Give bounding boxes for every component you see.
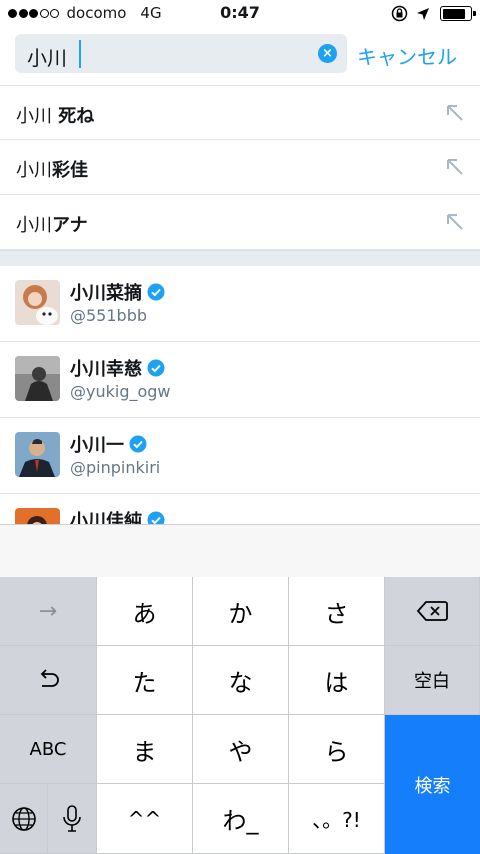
user-name: 小川菜摘 xyxy=(70,283,142,304)
kana-key-ka[interactable]: か xyxy=(193,577,289,646)
search-input[interactable]: 小川 × xyxy=(15,34,347,73)
search-query: 小川 xyxy=(27,46,67,70)
suggestion-item[interactable]: 小川 死ね xyxy=(0,85,480,140)
cancel-button[interactable]: キャンセル xyxy=(357,41,457,70)
suggestion-prefix: 小川 xyxy=(16,215,52,236)
globe-key[interactable] xyxy=(0,784,48,854)
backspace-key[interactable] xyxy=(385,577,480,646)
undo-icon xyxy=(40,669,59,687)
kana-key-ha[interactable]: は xyxy=(289,646,385,715)
text-cursor xyxy=(79,40,81,68)
battery-icon xyxy=(440,6,476,21)
user-row[interactable]: 小川菜摘 @551bbb xyxy=(0,266,480,342)
clear-search-icon[interactable]: × xyxy=(318,44,337,63)
avatar xyxy=(15,432,60,477)
user-name: 小川幸慈 xyxy=(70,359,142,380)
avatar xyxy=(15,356,60,401)
suggestion-item[interactable]: 小川アナ xyxy=(0,195,480,250)
user-handle: @yukig_ogw xyxy=(70,382,171,401)
status-bar: docomo 4G 0:47 xyxy=(0,0,480,26)
suggestion-item[interactable]: 小川彩佳 xyxy=(0,140,480,195)
verified-badge-icon xyxy=(147,511,165,524)
verified-badge-icon xyxy=(147,283,165,301)
undo-key[interactable] xyxy=(0,646,97,715)
fill-query-arrow-icon[interactable] xyxy=(444,211,466,233)
kana-key-wa[interactable]: わ_ xyxy=(193,784,289,854)
suggestion-suffix: アナ xyxy=(52,215,88,236)
punctuation-key[interactable]: 、。?! xyxy=(289,784,385,854)
suggestion-suffix: 彩佳 xyxy=(52,160,88,181)
orientation-lock-icon xyxy=(391,5,408,22)
user-results-list[interactable]: 小川菜摘 @551bbb 小川幸慈 @yukig_ogw 小川一 @pinpin… xyxy=(0,266,480,524)
kana-key-ya[interactable]: や xyxy=(193,715,289,784)
globe-icon xyxy=(11,806,36,831)
space-key[interactable]: 空白 xyxy=(385,646,480,715)
avatar xyxy=(15,508,60,524)
verified-badge-icon xyxy=(147,359,165,377)
microphone-icon xyxy=(63,804,81,832)
user-row[interactable]: 小川一 @pinpinkiri xyxy=(0,418,480,494)
user-handle: @551bbb xyxy=(70,306,148,325)
kana-key-sa[interactable]: さ xyxy=(289,577,385,646)
location-arrow-icon xyxy=(417,7,429,20)
user-row[interactable]: 小川佳純 xyxy=(0,494,480,524)
keyboard-accessory-bar xyxy=(0,524,480,577)
verified-badge-icon xyxy=(129,435,147,453)
kana-key-na[interactable]: な xyxy=(193,646,289,715)
kana-key-ma[interactable]: ま xyxy=(97,715,193,784)
backspace-icon xyxy=(416,601,448,621)
fill-query-arrow-icon[interactable] xyxy=(444,102,466,124)
next-candidate-key[interactable]: → xyxy=(0,577,97,646)
suggestion-prefix: 小川 xyxy=(16,160,52,181)
kana-key-ra[interactable]: ら xyxy=(289,715,385,784)
avatar xyxy=(15,280,60,325)
dictation-key[interactable] xyxy=(48,784,97,854)
suggestion-suffix: 死ね xyxy=(52,106,95,127)
fill-query-arrow-icon[interactable] xyxy=(444,156,466,178)
abc-mode-key[interactable]: ABC xyxy=(0,715,97,784)
japanese-kana-keyboard: → あ か さ た な は 空白 ABC ま や ら 検索 ^^ わ_ 、。?! xyxy=(0,577,480,854)
section-divider xyxy=(0,250,480,266)
search-key[interactable]: 検索 xyxy=(385,715,480,854)
kana-key-ta[interactable]: た xyxy=(97,646,193,715)
kaomoji-key[interactable]: ^^ xyxy=(97,784,193,854)
suggestion-prefix: 小川 xyxy=(16,106,52,127)
user-name: 小川佳純 xyxy=(70,511,142,524)
user-name: 小川一 xyxy=(70,435,124,456)
user-row[interactable]: 小川幸慈 @yukig_ogw xyxy=(0,342,480,418)
user-handle: @pinpinkiri xyxy=(70,458,161,477)
kana-key-a[interactable]: あ xyxy=(97,577,193,646)
